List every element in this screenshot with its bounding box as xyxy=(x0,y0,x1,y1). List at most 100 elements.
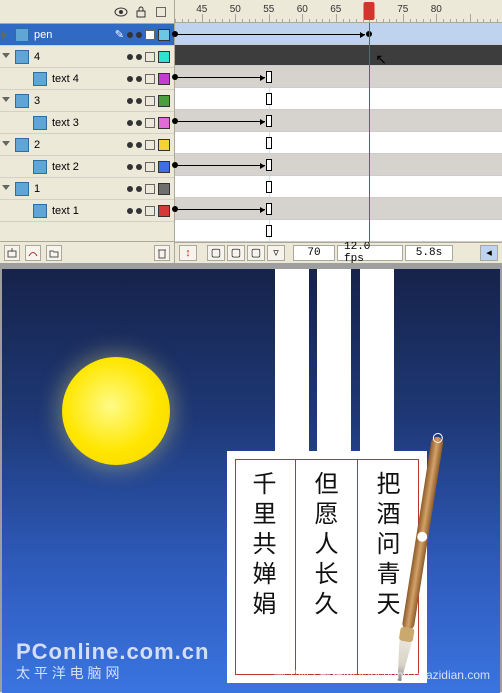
center-frame-button[interactable]: ↕ xyxy=(179,245,197,261)
timeline-tracks[interactable]: ↖ xyxy=(175,23,502,242)
layer-color-swatch[interactable] xyxy=(158,205,170,217)
layer-row[interactable]: 3 xyxy=(0,90,174,112)
keyframe[interactable] xyxy=(266,93,272,105)
visibility-dot[interactable] xyxy=(127,32,133,38)
expand-toggle-icon[interactable] xyxy=(2,184,12,194)
visibility-dot[interactable] xyxy=(127,142,133,148)
ruler-tick-label: 45 xyxy=(196,4,207,15)
timeline-track[interactable] xyxy=(175,45,502,66)
visibility-dot[interactable] xyxy=(127,54,133,60)
moon-shape[interactable] xyxy=(62,357,170,465)
outline-icon[interactable] xyxy=(154,5,168,19)
layer-row[interactable]: 1 xyxy=(0,178,174,200)
timeline-track[interactable] xyxy=(175,88,502,110)
layer-row[interactable]: text 1 xyxy=(0,200,174,222)
keyframe[interactable] xyxy=(266,225,272,237)
visibility-dot[interactable] xyxy=(127,186,133,192)
outline-toggle[interactable] xyxy=(145,140,155,150)
insert-layer-button[interactable] xyxy=(4,245,20,261)
keyframe[interactable] xyxy=(172,118,178,124)
keyframe[interactable] xyxy=(266,203,272,215)
outline-toggle[interactable] xyxy=(145,118,155,128)
visibility-dot[interactable] xyxy=(127,120,133,126)
timeline-track[interactable] xyxy=(175,110,502,132)
stage[interactable]: 把酒问青天 但愿人长久 千里共婵娟 PConline.com.cn 太 平 洋 … xyxy=(2,269,500,693)
layer-row[interactable]: 4 xyxy=(0,46,174,68)
paper-strip[interactable] xyxy=(275,269,309,454)
keyframe[interactable] xyxy=(266,71,272,83)
layer-name-label: text 1 xyxy=(50,205,124,217)
outline-toggle[interactable] xyxy=(145,96,155,106)
paper-strip[interactable] xyxy=(360,269,394,454)
paper-strip[interactable] xyxy=(317,269,351,454)
current-frame-field[interactable]: 70 xyxy=(293,245,335,261)
timeline-track[interactable] xyxy=(175,66,502,88)
frame-rate-field[interactable]: 12.0 fps xyxy=(337,245,403,261)
eye-icon[interactable] xyxy=(114,5,128,19)
layer-row[interactable]: pen✎ xyxy=(0,24,174,46)
visibility-dot[interactable] xyxy=(127,76,133,82)
outline-toggle[interactable] xyxy=(145,52,155,62)
outline-toggle[interactable] xyxy=(145,184,155,194)
outline-toggle[interactable] xyxy=(145,74,155,84)
expand-toggle-icon[interactable] xyxy=(2,30,12,40)
lock-dot[interactable] xyxy=(136,76,142,82)
layer-row[interactable]: text 3 xyxy=(0,112,174,134)
expand-toggle-icon[interactable] xyxy=(2,140,12,150)
keyframe[interactable] xyxy=(172,206,178,212)
layer-color-swatch[interactable] xyxy=(158,51,170,63)
lock-dot[interactable] xyxy=(136,98,142,104)
lock-dot[interactable] xyxy=(136,164,142,170)
outline-toggle[interactable] xyxy=(145,162,155,172)
delete-layer-button[interactable] xyxy=(154,245,170,261)
keyframe[interactable] xyxy=(266,137,272,149)
outline-toggle[interactable] xyxy=(145,206,155,216)
layer-row[interactable]: 2 xyxy=(0,134,174,156)
lock-dot[interactable] xyxy=(136,120,142,126)
layer-color-swatch[interactable] xyxy=(158,95,170,107)
edit-multiple-frames-button[interactable]: ▢ xyxy=(247,245,265,261)
layer-row[interactable]: text 2 xyxy=(0,156,174,178)
timeline-track[interactable] xyxy=(175,132,502,154)
onion-skin-outlines-button[interactable]: ▢ xyxy=(227,245,245,261)
layer-color-swatch[interactable] xyxy=(158,73,170,85)
layer-color-swatch[interactable] xyxy=(158,29,170,41)
keyframe[interactable] xyxy=(172,162,178,168)
visibility-dot[interactable] xyxy=(127,164,133,170)
keyframe[interactable] xyxy=(266,181,272,193)
keyframe[interactable] xyxy=(172,74,178,80)
lock-dot[interactable] xyxy=(136,208,142,214)
lock-dot[interactable] xyxy=(136,186,142,192)
outline-toggle[interactable] xyxy=(145,30,155,40)
keyframe[interactable] xyxy=(266,115,272,127)
keyframe[interactable] xyxy=(266,159,272,171)
playhead-marker[interactable] xyxy=(364,2,375,20)
timeline-ruler[interactable]: 4550556065707580 xyxy=(175,0,502,23)
layer-color-swatch[interactable] xyxy=(158,117,170,129)
lock-dot[interactable] xyxy=(136,54,142,60)
timeline-track[interactable] xyxy=(175,176,502,198)
lock-dot[interactable] xyxy=(136,32,142,38)
timeline-track[interactable] xyxy=(175,198,502,220)
layer-color-swatch[interactable] xyxy=(158,161,170,173)
elapsed-time-field[interactable]: 5.8s xyxy=(405,245,453,261)
insert-motion-guide-button[interactable] xyxy=(25,245,41,261)
visibility-dot[interactable] xyxy=(127,208,133,214)
timeline-track[interactable] xyxy=(175,23,502,45)
insert-folder-button[interactable] xyxy=(46,245,62,261)
onion-skin-button[interactable]: ▢ xyxy=(207,245,225,261)
scroll-left-button[interactable]: ◂ xyxy=(480,245,498,261)
layer-color-swatch[interactable] xyxy=(158,139,170,151)
timeline-track[interactable] xyxy=(175,154,502,176)
expand-toggle-icon[interactable] xyxy=(2,96,12,106)
keyframe[interactable] xyxy=(172,31,178,37)
visibility-dot[interactable] xyxy=(127,98,133,104)
lock-dot[interactable] xyxy=(136,142,142,148)
lock-icon[interactable] xyxy=(134,5,148,19)
layer-color-swatch[interactable] xyxy=(158,183,170,195)
modify-onion-markers-button[interactable]: ▿ xyxy=(267,245,285,261)
timeline-track[interactable] xyxy=(175,220,502,242)
expand-toggle-icon[interactable] xyxy=(2,52,12,62)
layer-row[interactable]: text 4 xyxy=(0,68,174,90)
layer-icon xyxy=(33,116,47,130)
